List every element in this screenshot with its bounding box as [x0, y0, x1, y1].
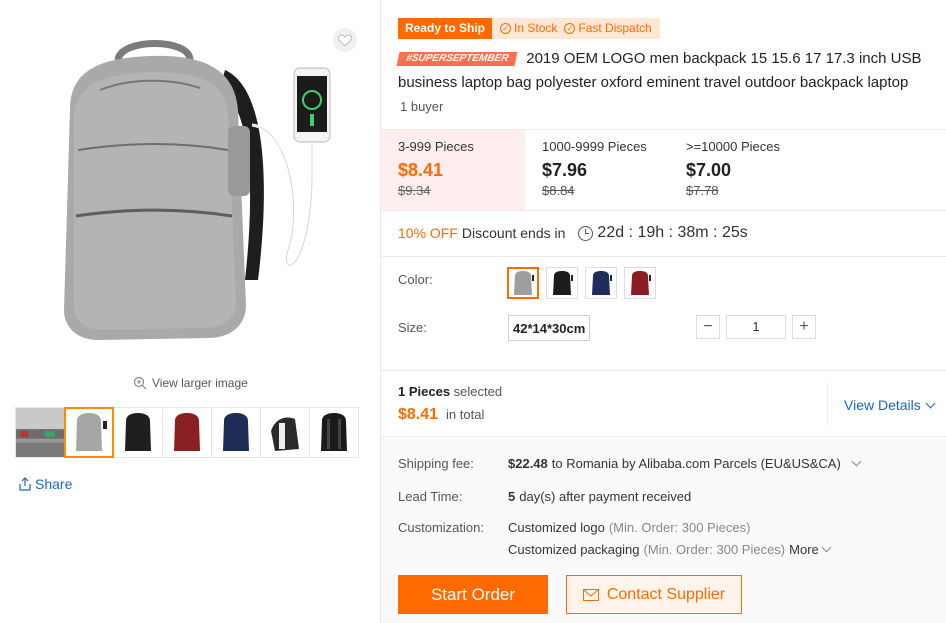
view-details-link[interactable]: View Details: [844, 397, 936, 413]
in-stock-label: In Stock: [514, 21, 558, 35]
countdown-timer: 22d : 19h : 38m : 25s: [597, 224, 748, 241]
share-label: Share: [35, 476, 73, 492]
view-larger-label: View larger image: [152, 376, 248, 390]
discount-text: Discount ends in: [461, 225, 566, 241]
quantity-stepper: − 1 +: [696, 315, 816, 339]
custom-packaging: Customized packaging: [508, 542, 640, 557]
view-larger-image-link[interactable]: View larger image: [133, 376, 248, 390]
total-suffix: in total: [446, 407, 485, 422]
shipping-amount: $22.48: [508, 456, 548, 471]
more-link[interactable]: More: [789, 542, 819, 557]
clock-icon: [578, 225, 594, 241]
chevron-down-icon: [925, 398, 936, 408]
color-swatch-gray[interactable]: [507, 267, 539, 299]
video-thumbnail[interactable]: [15, 407, 65, 458]
start-order-button[interactable]: Start Order: [398, 575, 548, 614]
price-tier-1: 3-999 Pieces $8.41 $9.34: [381, 130, 525, 210]
gray-backpack-thumbnail[interactable]: [64, 407, 114, 458]
chevron-down-icon: [821, 542, 832, 553]
custom-logo-option: Customized logo (Min. Order: 300 Pieces): [508, 520, 750, 535]
contact-supplier-label: Contact Supplier: [606, 585, 726, 603]
check-circle-icon: ✓: [564, 23, 576, 34]
price-tiers: 3-999 Pieces $8.41 $9.34 1000-9999 Piece…: [381, 129, 946, 211]
contact-supplier-button[interactable]: Contact Supplier: [566, 575, 742, 614]
chevron-down-icon: [851, 456, 862, 467]
favorite-heart-icon[interactable]: [333, 28, 357, 52]
fast-dispatch-label: Fast Dispatch: [578, 21, 652, 35]
divider: [381, 256, 946, 257]
product-details: Ready to Ship ✓ In Stock ✓ Fast Dispatch…: [381, 0, 946, 623]
tier-price: $7.96: [542, 160, 588, 180]
red-backpack-thumbnail[interactable]: [162, 407, 212, 458]
lead-text: day(s) after payment received: [519, 489, 692, 504]
discount-countdown: 10% OFF Discount ends in 22d : 19h : 38m…: [398, 224, 748, 242]
lead-days: 5: [508, 489, 516, 504]
promo-tag: #SUPERSEPTEMBER: [396, 52, 518, 66]
thumbnail-strip: [15, 407, 359, 458]
customization-label: Customization:: [398, 520, 484, 535]
black-backpack-thumbnail[interactable]: [113, 407, 163, 458]
tier-quantity: >=10000 Pieces: [686, 139, 780, 154]
tier-original-price: $7.78: [686, 183, 719, 198]
mail-icon: [582, 588, 599, 601]
buyer-count: 1 buyer: [400, 99, 444, 114]
tier-price: $7.00: [686, 160, 732, 180]
tier-original-price: $9.34: [398, 183, 431, 198]
tier-quantity: 1000-9999 Pieces: [542, 139, 647, 154]
tier-quantity: 3-999 Pieces: [398, 139, 474, 154]
lead-time-value: 5 day(s) after payment received: [508, 489, 691, 504]
custom-packaging-option: Customized packaging (Min. Order: 300 Pi…: [508, 542, 832, 557]
selected-label: selected: [453, 384, 503, 399]
quantity-decrement-button[interactable]: −: [696, 315, 720, 339]
shipping-value[interactable]: $22.48 to Romania by Alibaba.com Parcels…: [508, 456, 862, 471]
share-link[interactable]: Share: [18, 476, 72, 492]
color-label: Color:: [398, 272, 433, 287]
product-gallery: View larger image Share: [0, 0, 381, 623]
product-title: #SUPERSEPTEMBER 2019 OEM LOGO men backpac…: [396, 47, 943, 95]
badge-row: Ready to Ship ✓ In Stock ✓ Fast Dispatch: [398, 18, 660, 39]
selected-count: 1 Pieces selected: [398, 384, 502, 399]
size-label: Size:: [398, 320, 427, 335]
price-tier-2: 1000-9999 Pieces $7.96 $8.84: [525, 130, 669, 210]
total-price: $8.41: [398, 406, 439, 423]
shipping-label: Shipping fee:: [398, 456, 474, 471]
custom-logo-min: (Min. Order: 300 Pieces): [608, 520, 751, 535]
ready-to-ship-badge: Ready to Ship: [398, 18, 493, 39]
zoom-in-icon: [133, 376, 147, 390]
quantity-input[interactable]: 1: [726, 315, 786, 339]
side-backpack-thumbnail[interactable]: [260, 407, 310, 458]
stock-dispatch-badge: ✓ In Stock ✓ Fast Dispatch: [492, 18, 660, 39]
color-swatch-black[interactable]: [546, 267, 578, 299]
color-swatch-red[interactable]: [624, 267, 656, 299]
divider: [827, 383, 828, 425]
custom-logo: Customized logo: [508, 520, 605, 535]
lead-time-label: Lead Time:: [398, 489, 463, 504]
check-circle-icon: ✓: [500, 23, 512, 34]
tier-original-price: $8.84: [542, 183, 575, 198]
back-backpack-thumbnail[interactable]: [309, 407, 359, 458]
share-icon: [19, 477, 31, 491]
blue-backpack-thumbnail[interactable]: [211, 407, 261, 458]
shipping-text: to Romania by Alibaba.com Parcels (EU&US…: [551, 456, 841, 471]
main-product-image[interactable]: [40, 30, 350, 360]
tier-price: $8.41: [398, 160, 444, 180]
price-tier-3: >=10000 Pieces $7.00 $7.78: [669, 130, 813, 210]
selected-total: $8.41 in total: [398, 406, 484, 424]
selection-summary: 1 Pieces selected $8.41 in total View De…: [381, 370, 946, 437]
view-details-label: View Details: [844, 397, 921, 413]
quantity-increment-button[interactable]: +: [792, 315, 816, 339]
color-swatch-blue[interactable]: [585, 267, 617, 299]
custom-packaging-min: (Min. Order: 300 Pieces): [643, 542, 786, 557]
size-option[interactable]: 42*14*30cm: [508, 315, 591, 341]
selected-pieces: 1 Pieces: [398, 384, 451, 399]
discount-percent: 10% OFF: [398, 225, 458, 241]
color-swatches: [507, 267, 656, 299]
